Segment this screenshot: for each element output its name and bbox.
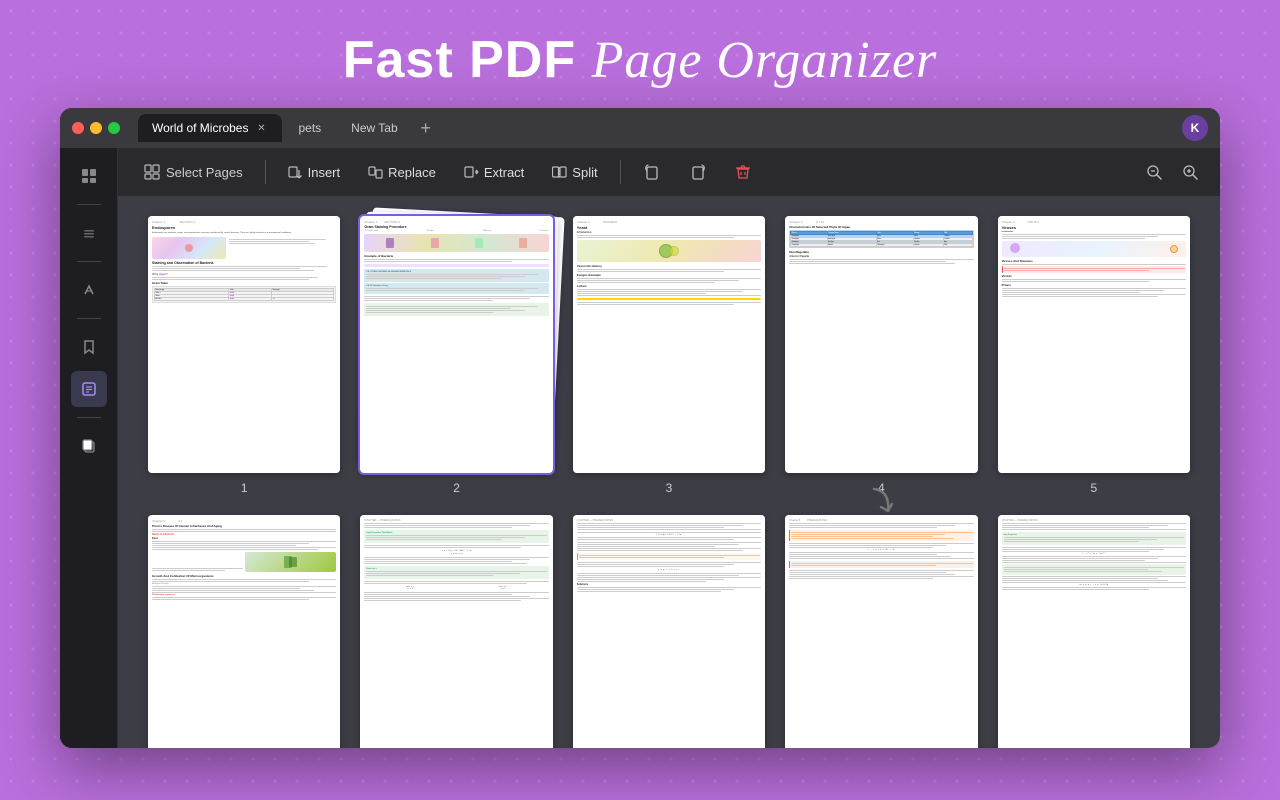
pages-grid: Chapter 1 SECTION 1 Endospores Endospore… [148, 216, 1190, 748]
new-tab-button[interactable]: + [414, 116, 438, 140]
page-thumb-2[interactable]: ▶ Chapter 1 SECTION 2 Gram Staining Proc… [360, 216, 552, 473]
split-icon [552, 165, 567, 180]
sidebar-divider-4 [77, 417, 101, 418]
extract-label: Extract [484, 165, 524, 180]
minimize-button[interactable] [90, 122, 102, 134]
zoom-out-icon [1145, 163, 1163, 181]
extract-icon [464, 165, 479, 180]
page-thumb-9[interactable]: Chapter 5 PREREQUISITES 1 - x = (-b ± √D… [785, 515, 977, 748]
page-thumb-1[interactable]: Chapter 1 SECTION 1 Endospores Endospore… [148, 216, 340, 473]
drop-arrow [866, 487, 896, 515]
tab-newtab[interactable]: New Tab [337, 114, 411, 142]
extract-button[interactable]: Extract [454, 160, 534, 185]
zoom-out-button[interactable] [1140, 158, 1168, 186]
zoom-in-button[interactable] [1176, 158, 1204, 186]
page-num-5: 5 [1090, 481, 1097, 495]
select-pages-button[interactable]: Select Pages [134, 159, 253, 185]
page-item-5[interactable]: Chapter 4 VIRUS.2 Viruses Introduction V… [998, 216, 1190, 495]
app-title: Fast PDF Page Organizer [343, 30, 938, 90]
tab-newtab-label: New Tab [351, 121, 397, 135]
main-area: Select Pages Insert [118, 148, 1220, 748]
rotate-left-icon [643, 163, 661, 181]
rotate-right-button[interactable] [679, 158, 717, 186]
page-item-8[interactable]: CHAPTER — PREREQUISITES ∫ f(x)dx = F(b) … [573, 515, 765, 748]
page-num-3: 3 [666, 481, 673, 495]
title-normal: Fast PDF [343, 31, 576, 89]
insert-button[interactable]: Insert [278, 160, 351, 185]
page-thumb-8[interactable]: CHAPTER — PREREQUISITES ∫ f(x)dx = F(b) … [573, 515, 765, 748]
replace-label: Replace [388, 165, 436, 180]
sidebar [60, 148, 118, 748]
page-thumb-4[interactable]: Chapter 3 4.1.14 Characteristics Of Sele… [785, 216, 977, 473]
insert-icon [288, 165, 303, 180]
page-item-1[interactable]: Chapter 1 SECTION 1 Endospores Endospore… [148, 216, 340, 495]
split-label: Split [572, 165, 597, 180]
tab-pets[interactable]: pets [284, 114, 335, 142]
sidebar-bookmark-icon[interactable] [71, 329, 107, 365]
page-item-9[interactable]: Chapter 5 PREREQUISITES 1 - x = (-b ± √D… [785, 515, 977, 748]
sidebar-highlight-icon[interactable] [71, 272, 107, 308]
sidebar-divider-3 [77, 318, 101, 319]
split-button[interactable]: Split [542, 160, 607, 185]
toolbar-right [1140, 158, 1204, 186]
browser-chrome: World of Microbes ✕ pets New Tab + K [60, 108, 1220, 148]
select-pages-label: Select Pages [166, 165, 243, 180]
toolbar-divider-2 [620, 160, 621, 184]
page-thumb-6[interactable]: Chapter 5 6.1 Prion's Disease Of Human I… [148, 515, 340, 748]
zoom-in-icon [1181, 163, 1199, 181]
sidebar-divider-1 [77, 204, 101, 205]
rotate-left-button[interactable] [633, 158, 671, 186]
pages-area: Chapter 1 SECTION 1 Endospores Endospore… [118, 196, 1220, 748]
delete-button[interactable] [725, 159, 761, 185]
page-item-6[interactable]: Chapter 5 6.1 Prion's Disease Of Human I… [148, 515, 340, 748]
tab-microbes[interactable]: World of Microbes ✕ [138, 114, 282, 142]
tab-pets-label: pets [298, 121, 321, 135]
browser-window: World of Microbes ✕ pets New Tab + K [60, 108, 1220, 748]
browser-content: Select Pages Insert [60, 148, 1220, 748]
title-cursive: Page Organizer [592, 32, 938, 89]
select-pages-icon [144, 164, 160, 180]
drop-arrow-svg [866, 487, 896, 515]
tabs-bar: World of Microbes ✕ pets New Tab + [138, 114, 1172, 142]
delete-icon [735, 164, 751, 180]
page-thumb-7[interactable]: CHAPTER — PREREQUISITES Step Properties … [360, 515, 552, 748]
toolbar: Select Pages Insert [118, 148, 1220, 196]
page-item-10[interactable]: CHAPTER — PREREQUISITES Step Properties … [998, 515, 1190, 748]
page-thumb-3[interactable]: Chapter 2 PREVIEW Yeast Introduction Yea… [573, 216, 765, 473]
page-num-2: 2 [453, 481, 460, 495]
page-thumb-10[interactable]: CHAPTER — PREREQUISITES Step Properties … [998, 515, 1190, 748]
traffic-lights [72, 122, 120, 134]
maximize-button[interactable] [108, 122, 120, 134]
sidebar-copy-icon[interactable] [71, 428, 107, 464]
page-item-2[interactable]: ▶ Chapter 1 SECTION 2 Gram Staining Proc… [360, 216, 552, 495]
page-num-1: 1 [241, 481, 248, 495]
sidebar-divider-2 [77, 261, 101, 262]
avatar[interactable]: K [1182, 115, 1208, 141]
page-item-7[interactable]: CHAPTER — PREREQUISITES Step Properties … [360, 515, 552, 748]
insert-label: Insert [308, 165, 341, 180]
rotate-right-icon [689, 163, 707, 181]
sidebar-note-icon[interactable] [71, 371, 107, 407]
page-item-4[interactable]: Chapter 3 4.1.14 Characteristics Of Sele… [785, 216, 977, 495]
sidebar-collapse-icon[interactable] [71, 215, 107, 251]
page-thumb-5[interactable]: Chapter 4 VIRUS.2 Viruses Introduction V… [998, 216, 1190, 473]
tab-microbes-label: World of Microbes [152, 121, 248, 135]
replace-button[interactable]: Replace [358, 160, 446, 185]
sidebar-pages-icon[interactable] [71, 158, 107, 194]
replace-icon [368, 165, 383, 180]
toolbar-divider-1 [265, 160, 266, 184]
page-item-3[interactable]: Chapter 2 PREVIEW Yeast Introduction Yea… [573, 216, 765, 495]
close-button[interactable] [72, 122, 84, 134]
tab-microbes-close[interactable]: ✕ [254, 121, 268, 135]
